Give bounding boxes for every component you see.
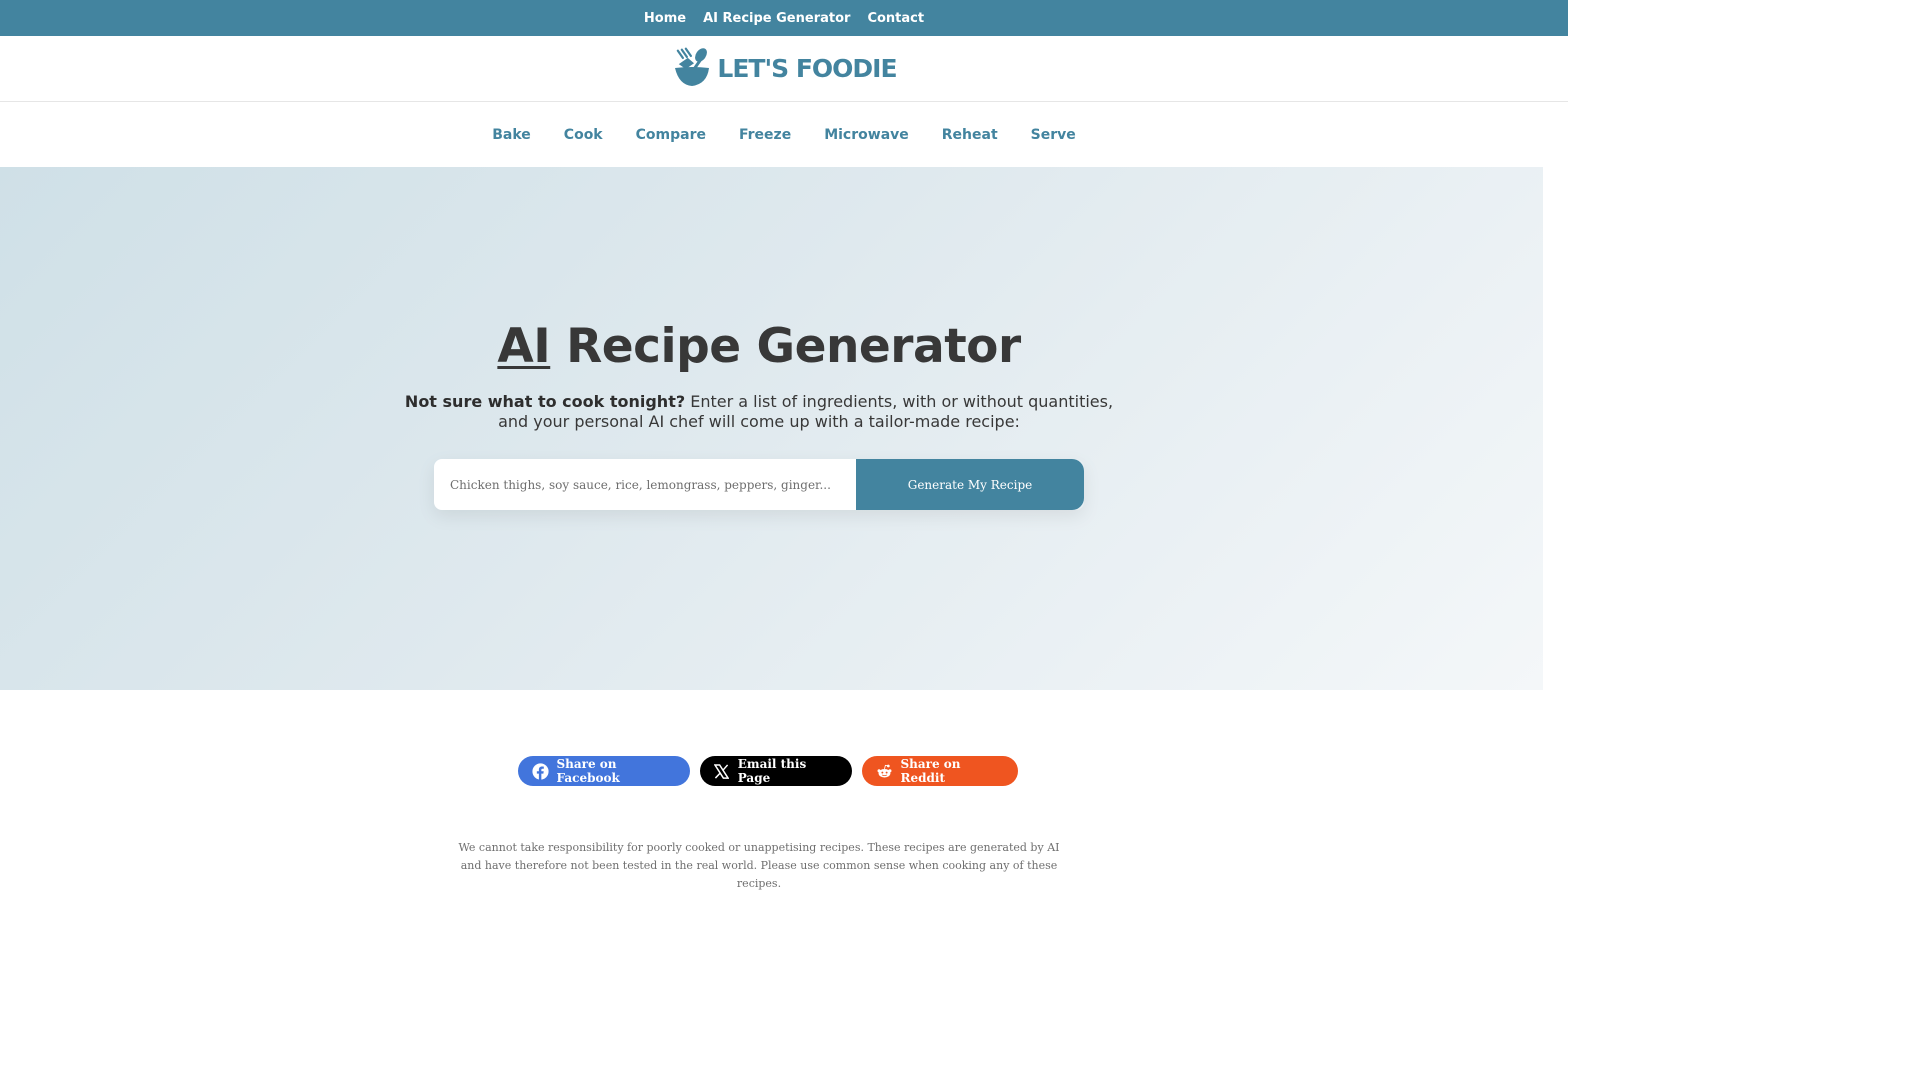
ingredients-form: Generate My Recipe: [434, 459, 1084, 510]
bowl-fork-spoon-icon: [671, 46, 713, 92]
generate-recipe-button[interactable]: Generate My Recipe: [856, 459, 1084, 510]
page-title: AI Recipe Generator: [0, 319, 1518, 374]
category-link-bake[interactable]: Bake: [492, 127, 531, 143]
category-nav: Bake Cook Compare Freeze Microwave Rehea…: [0, 102, 1568, 167]
category-link-microwave[interactable]: Microwave: [824, 127, 909, 143]
share-buttons: Share on Facebook Email this Page Share …: [0, 756, 1535, 786]
hero-section: AI Recipe Generator Not sure what to coo…: [0, 167, 1543, 690]
category-link-compare[interactable]: Compare: [636, 127, 706, 143]
ingredients-input[interactable]: [434, 459, 856, 510]
share-facebook-button[interactable]: Share on Facebook: [517, 756, 690, 786]
page-title-rest: Recipe Generator: [550, 319, 1021, 374]
hero-subtitle: Not sure what to cook tonight? Enter a l…: [400, 392, 1118, 432]
disclaimer-text: We cannot take responsibility for poorly…: [458, 841, 1060, 890]
page-title-ai: AI: [497, 319, 551, 374]
top-nav-ai-recipe-generator-link[interactable]: AI Recipe Generator: [703, 11, 850, 26]
site-logo[interactable]: LET'S FOODIE: [671, 46, 898, 92]
category-link-serve[interactable]: Serve: [1031, 127, 1076, 143]
facebook-icon: [531, 762, 549, 780]
email-page-button[interactable]: Email this Page: [699, 756, 852, 786]
top-nav-home-link[interactable]: Home: [644, 11, 686, 26]
email-page-label: Email this Page: [737, 757, 807, 785]
x-icon: [714, 762, 730, 780]
top-nav: Home AI Recipe Generator Contact: [0, 0, 1568, 36]
top-nav-contact-link[interactable]: Contact: [867, 11, 924, 26]
share-reddit-label: Share on Reddit: [900, 757, 961, 785]
site-header: LET'S FOODIE: [0, 36, 1568, 102]
logo-text: LET'S FOODIE: [717, 54, 897, 83]
reddit-icon: [876, 762, 893, 780]
category-link-freeze[interactable]: Freeze: [739, 127, 791, 143]
hero-subtitle-bold: Not sure what to cook tonight?: [404, 392, 686, 411]
share-reddit-button[interactable]: Share on Reddit: [861, 756, 1018, 786]
category-link-reheat[interactable]: Reheat: [942, 127, 998, 143]
category-link-cook[interactable]: Cook: [564, 127, 603, 143]
share-facebook-label: Share on Facebook: [556, 757, 620, 785]
